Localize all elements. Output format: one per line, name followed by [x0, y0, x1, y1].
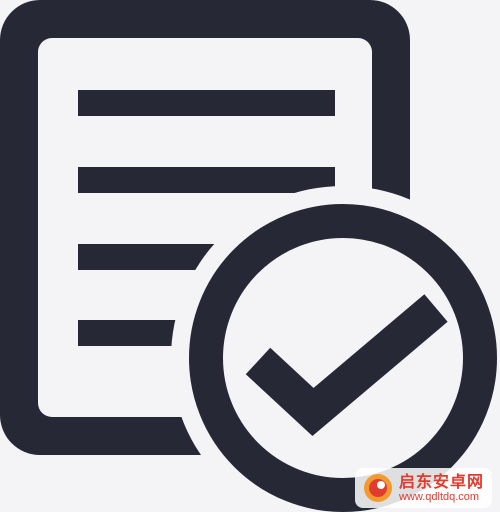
document-check-icon — [0, 0, 500, 512]
document-line-2 — [78, 167, 335, 193]
logo-swirl-icon — [363, 474, 392, 502]
watermark-title: 启东安卓网 — [398, 471, 484, 491]
icon-canvas — [0, 0, 500, 512]
watermark-text: 启东安卓网 www.qdltdq.com — [398, 471, 484, 503]
watermark-logo-icon — [363, 473, 393, 503]
watermark: 启东安卓网 www.qdltdq.com — [354, 468, 492, 508]
watermark-url: www.qdltdq.com — [398, 490, 480, 503]
document-line-1 — [78, 90, 335, 116]
